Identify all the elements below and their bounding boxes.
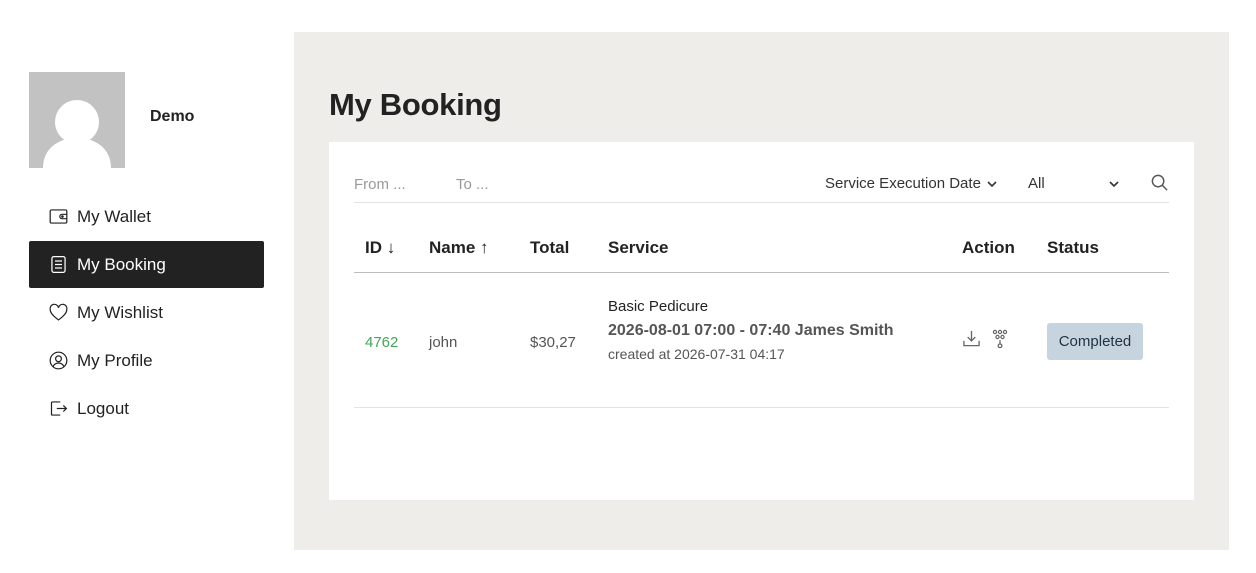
download-button[interactable] <box>962 329 982 349</box>
document-icon <box>48 254 69 275</box>
column-header-name[interactable]: Name ↑ <box>429 238 489 258</box>
main-panel: My Booking Service Execution Date All ID… <box>294 32 1229 550</box>
booking-total: $30,27 <box>530 334 576 351</box>
sidebar-item-profile[interactable]: My Profile <box>29 337 264 384</box>
avatar-silhouette-icon <box>43 100 111 168</box>
date-from-input[interactable] <box>354 176 444 193</box>
avatar <box>29 72 125 168</box>
wallet-icon <box>48 206 69 227</box>
service-time: 2026-08-01 07:00 - 07:40 James Smith <box>608 322 894 339</box>
service-name: Basic Pedicure <box>608 298 709 315</box>
chevron-down-icon <box>987 180 997 187</box>
status-select[interactable]: All <box>1028 175 1120 192</box>
table-header: ID ↓ Name ↑ Total Service Action Status <box>354 220 1169 273</box>
sidebar-nav: My Wallet My Booking My Wishlist My Prof… <box>29 193 264 433</box>
column-header-service: Service <box>608 238 669 257</box>
sidebar-item-wallet[interactable]: My Wallet <box>29 193 264 240</box>
logout-icon <box>48 398 69 419</box>
sidebar-item-label: My Wallet <box>77 206 151 226</box>
status-value: All <box>1028 175 1045 192</box>
service-created-at: created at 2026-07-31 04:17 <box>608 346 785 362</box>
date-to-input[interactable] <box>456 176 576 193</box>
column-header-total: Total <box>530 238 570 257</box>
table-row: 4762 john $30,27 Basic Pedicure 2026-08-… <box>354 273 1169 408</box>
download-icon <box>963 330 980 347</box>
sidebar-item-label: My Profile <box>77 350 153 370</box>
booking-name: john <box>429 334 458 351</box>
heart-icon <box>48 302 69 323</box>
booking-id-link[interactable]: 4762 <box>365 334 398 351</box>
hierarchy-icon <box>992 329 1008 349</box>
sidebar-item-wishlist[interactable]: My Wishlist <box>29 289 264 336</box>
sidebar-item-label: My Wishlist <box>77 302 163 322</box>
date-type-value: Service Execution Date <box>825 175 981 192</box>
username: Demo <box>150 108 195 125</box>
page-title: My Booking <box>329 87 502 122</box>
sidebar-item-label: Logout <box>77 398 129 418</box>
date-type-select[interactable]: Service Execution Date <box>825 175 998 192</box>
column-header-id[interactable]: ID ↓ <box>365 238 395 258</box>
status-badge: Completed <box>1047 323 1143 360</box>
booking-card: Service Execution Date All ID ↓ Name ↑ T… <box>329 142 1194 500</box>
column-header-action: Action <box>962 238 1015 257</box>
sidebar-item-label: My Booking <box>77 254 166 274</box>
sidebar-item-booking[interactable]: My Booking <box>29 241 264 288</box>
filter-bar: Service Execution Date All <box>354 162 1169 203</box>
search-button[interactable] <box>1150 173 1170 193</box>
chevron-down-icon <box>1109 180 1119 187</box>
hierarchy-button[interactable] <box>992 329 1010 349</box>
user-circle-icon <box>48 350 69 371</box>
column-header-status: Status <box>1047 238 1099 257</box>
sidebar-item-logout[interactable]: Logout <box>29 385 264 432</box>
search-icon <box>1151 174 1168 191</box>
